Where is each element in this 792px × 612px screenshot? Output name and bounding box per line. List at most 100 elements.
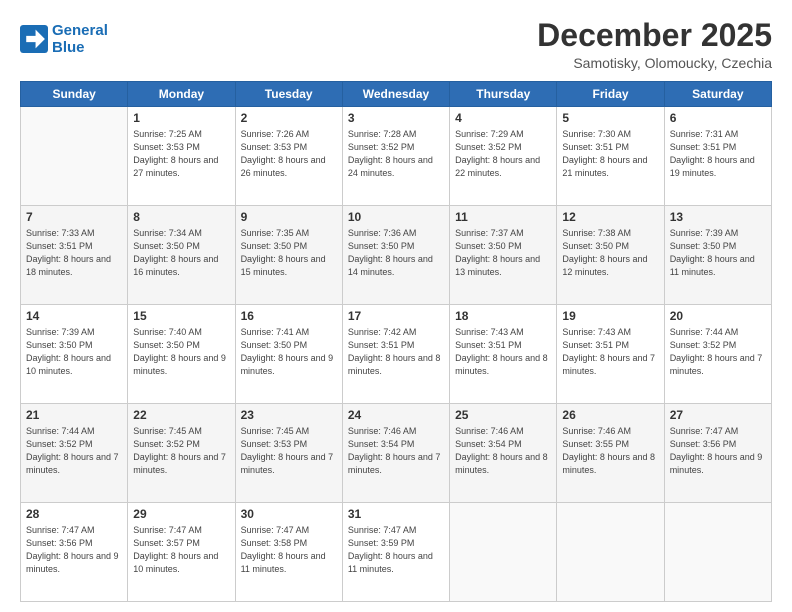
day-number: 30 [241, 507, 337, 521]
header-saturday: Saturday [664, 82, 771, 107]
table-row: 15 Sunrise: 7:40 AMSunset: 3:50 PMDayligh… [128, 305, 235, 404]
cell-info: Sunrise: 7:47 AMSunset: 3:57 PMDaylight:… [133, 524, 229, 576]
cell-info: Sunrise: 7:39 AMSunset: 3:50 PMDaylight:… [26, 326, 122, 378]
title-block: December 2025 Samotisky, Olomoucky, Czec… [537, 18, 772, 71]
table-row: 2Sunrise: 7:26 AMSunset: 3:53 PMDaylight… [235, 107, 342, 206]
calendar-week-row: 1Sunrise: 7:25 AMSunset: 3:53 PMDaylight… [21, 107, 772, 206]
day-number: 14 [26, 309, 122, 323]
cell-info: Sunrise: 7:41 AMSunset: 3:50 PMDaylight:… [241, 326, 337, 378]
calendar-week-row: 14 Sunrise: 7:39 AMSunset: 3:50 PMDayligh… [21, 305, 772, 404]
table-row: 10 Sunrise: 7:36 AMSunset: 3:50 PMDayligh… [342, 206, 449, 305]
cell-info: Sunrise: 7:47 AMSunset: 3:58 PMDaylight:… [241, 524, 337, 576]
cell-info: Sunrise: 7:28 AMSunset: 3:52 PMDaylight:… [348, 128, 444, 180]
cell-info: Sunrise: 7:30 AMSunset: 3:51 PMDaylight:… [562, 128, 658, 180]
cell-info: Sunrise: 7:47 AMSunset: 3:59 PMDaylight:… [348, 524, 444, 576]
calendar-table: Sunday Monday Tuesday Wednesday Thursday… [20, 81, 772, 602]
cell-info: Sunrise: 7:36 AMSunset: 3:50 PMDaylight:… [348, 227, 444, 279]
table-row: 26Sunrise: 7:46 AMSunset: 3:55 PMDayligh… [557, 404, 664, 503]
day-number: 22 [133, 408, 229, 422]
day-number: 15 [133, 309, 229, 323]
table-row: 21 Sunrise: 7:44 AMSunset: 3:52 PMDayligh… [21, 404, 128, 503]
day-number: 9 [241, 210, 337, 224]
cell-info: Sunrise: 7:33 AMSunset: 3:51 PMDaylight:… [26, 227, 122, 279]
table-row: 7Sunrise: 7:33 AMSunset: 3:51 PMDaylight… [21, 206, 128, 305]
header-wednesday: Wednesday [342, 82, 449, 107]
day-number: 13 [670, 210, 766, 224]
cell-info: Sunrise: 7:34 AMSunset: 3:50 PMDaylight:… [133, 227, 229, 279]
table-row: 3 Sunrise: 7:28 AMSunset: 3:52 PMDaylight… [342, 107, 449, 206]
table-row: 9 Sunrise: 7:35 AMSunset: 3:50 PMDaylight… [235, 206, 342, 305]
header-tuesday: Tuesday [235, 82, 342, 107]
table-row: 19 Sunrise: 7:43 AMSunset: 3:51 PMDayligh… [557, 305, 664, 404]
cell-info: Sunrise: 7:45 AMSunset: 3:52 PMDaylight:… [133, 425, 229, 477]
table-row: 13 Sunrise: 7:39 AMSunset: 3:50 PMDayligh… [664, 206, 771, 305]
header-sunday: Sunday [21, 82, 128, 107]
table-row: 4Sunrise: 7:29 AMSunset: 3:52 PMDaylight… [450, 107, 557, 206]
table-row: 5 Sunrise: 7:30 AMSunset: 3:51 PMDaylight… [557, 107, 664, 206]
day-number: 27 [670, 408, 766, 422]
table-row: 17 Sunrise: 7:42 AMSunset: 3:51 PMDayligh… [342, 305, 449, 404]
table-row: 12 Sunrise: 7:38 AMSunset: 3:50 PMDayligh… [557, 206, 664, 305]
table-row: 14 Sunrise: 7:39 AMSunset: 3:50 PMDayligh… [21, 305, 128, 404]
cell-info: Sunrise: 7:35 AMSunset: 3:50 PMDaylight:… [241, 227, 337, 279]
day-number: 6 [670, 111, 766, 125]
table-row [450, 503, 557, 602]
day-number: 3 [348, 111, 444, 125]
cell-info: Sunrise: 7:43 AMSunset: 3:51 PMDaylight:… [562, 326, 658, 378]
day-number: 18 [455, 309, 551, 323]
table-row [557, 503, 664, 602]
cell-info: Sunrise: 7:38 AMSunset: 3:50 PMDaylight:… [562, 227, 658, 279]
table-row: 20Sunrise: 7:44 AMSunset: 3:52 PMDayligh… [664, 305, 771, 404]
logo: General Blue [20, 22, 108, 57]
cell-info: Sunrise: 7:31 AMSunset: 3:51 PMDaylight:… [670, 128, 766, 180]
table-row: 1Sunrise: 7:25 AMSunset: 3:53 PMDaylight… [128, 107, 235, 206]
day-number: 24 [348, 408, 444, 422]
cell-info: Sunrise: 7:44 AMSunset: 3:52 PMDaylight:… [670, 326, 766, 378]
cell-info: Sunrise: 7:29 AMSunset: 3:52 PMDaylight:… [455, 128, 551, 180]
day-number: 17 [348, 309, 444, 323]
day-number: 21 [26, 408, 122, 422]
logo-text: General Blue [52, 22, 108, 57]
table-row: 8 Sunrise: 7:34 AMSunset: 3:50 PMDaylight… [128, 206, 235, 305]
table-row: 11 Sunrise: 7:37 AMSunset: 3:50 PMDayligh… [450, 206, 557, 305]
table-row [664, 503, 771, 602]
day-number: 11 [455, 210, 551, 224]
cell-info: Sunrise: 7:26 AMSunset: 3:53 PMDaylight:… [241, 128, 337, 180]
calendar-week-row: 21 Sunrise: 7:44 AMSunset: 3:52 PMDayligh… [21, 404, 772, 503]
cell-info: Sunrise: 7:39 AMSunset: 3:50 PMDaylight:… [670, 227, 766, 279]
cell-info: Sunrise: 7:25 AMSunset: 3:53 PMDaylight:… [133, 128, 229, 180]
calendar-week-row: 7Sunrise: 7:33 AMSunset: 3:51 PMDaylight… [21, 206, 772, 305]
cell-info: Sunrise: 7:46 AMSunset: 3:54 PMDaylight:… [455, 425, 551, 477]
table-row: 18Sunrise: 7:43 AMSunset: 3:51 PMDayligh… [450, 305, 557, 404]
cell-info: Sunrise: 7:42 AMSunset: 3:51 PMDaylight:… [348, 326, 444, 378]
day-number: 31 [348, 507, 444, 521]
day-number: 5 [562, 111, 658, 125]
day-number: 16 [241, 309, 337, 323]
table-row: 22 Sunrise: 7:45 AMSunset: 3:52 PMDayligh… [128, 404, 235, 503]
day-number: 26 [562, 408, 658, 422]
table-row: 30 Sunrise: 7:47 AMSunset: 3:58 PMDayligh… [235, 503, 342, 602]
cell-info: Sunrise: 7:45 AMSunset: 3:53 PMDaylight:… [241, 425, 337, 477]
page: General Blue December 2025 Samotisky, Ol… [0, 0, 792, 612]
cell-info: Sunrise: 7:47 AMSunset: 3:56 PMDaylight:… [26, 524, 122, 576]
day-number: 10 [348, 210, 444, 224]
cell-info: Sunrise: 7:40 AMSunset: 3:50 PMDaylight:… [133, 326, 229, 378]
calendar-week-row: 28Sunrise: 7:47 AMSunset: 3:56 PMDayligh… [21, 503, 772, 602]
table-row: 27 Sunrise: 7:47 AMSunset: 3:56 PMDayligh… [664, 404, 771, 503]
cell-info: Sunrise: 7:37 AMSunset: 3:50 PMDaylight:… [455, 227, 551, 279]
cell-info: Sunrise: 7:46 AMSunset: 3:54 PMDaylight:… [348, 425, 444, 477]
cell-info: Sunrise: 7:44 AMSunset: 3:52 PMDaylight:… [26, 425, 122, 477]
table-row [21, 107, 128, 206]
day-number: 8 [133, 210, 229, 224]
cell-info: Sunrise: 7:47 AMSunset: 3:56 PMDaylight:… [670, 425, 766, 477]
day-number: 25 [455, 408, 551, 422]
day-number: 19 [562, 309, 658, 323]
location-subtitle: Samotisky, Olomoucky, Czechia [537, 55, 772, 71]
table-row: 31 Sunrise: 7:47 AMSunset: 3:59 PMDayligh… [342, 503, 449, 602]
table-row: 6 Sunrise: 7:31 AMSunset: 3:51 PMDaylight… [664, 107, 771, 206]
day-number: 12 [562, 210, 658, 224]
header: General Blue December 2025 Samotisky, Ol… [20, 18, 772, 71]
month-title: December 2025 [537, 18, 772, 53]
weekday-header-row: Sunday Monday Tuesday Wednesday Thursday… [21, 82, 772, 107]
table-row: 28Sunrise: 7:47 AMSunset: 3:56 PMDayligh… [21, 503, 128, 602]
